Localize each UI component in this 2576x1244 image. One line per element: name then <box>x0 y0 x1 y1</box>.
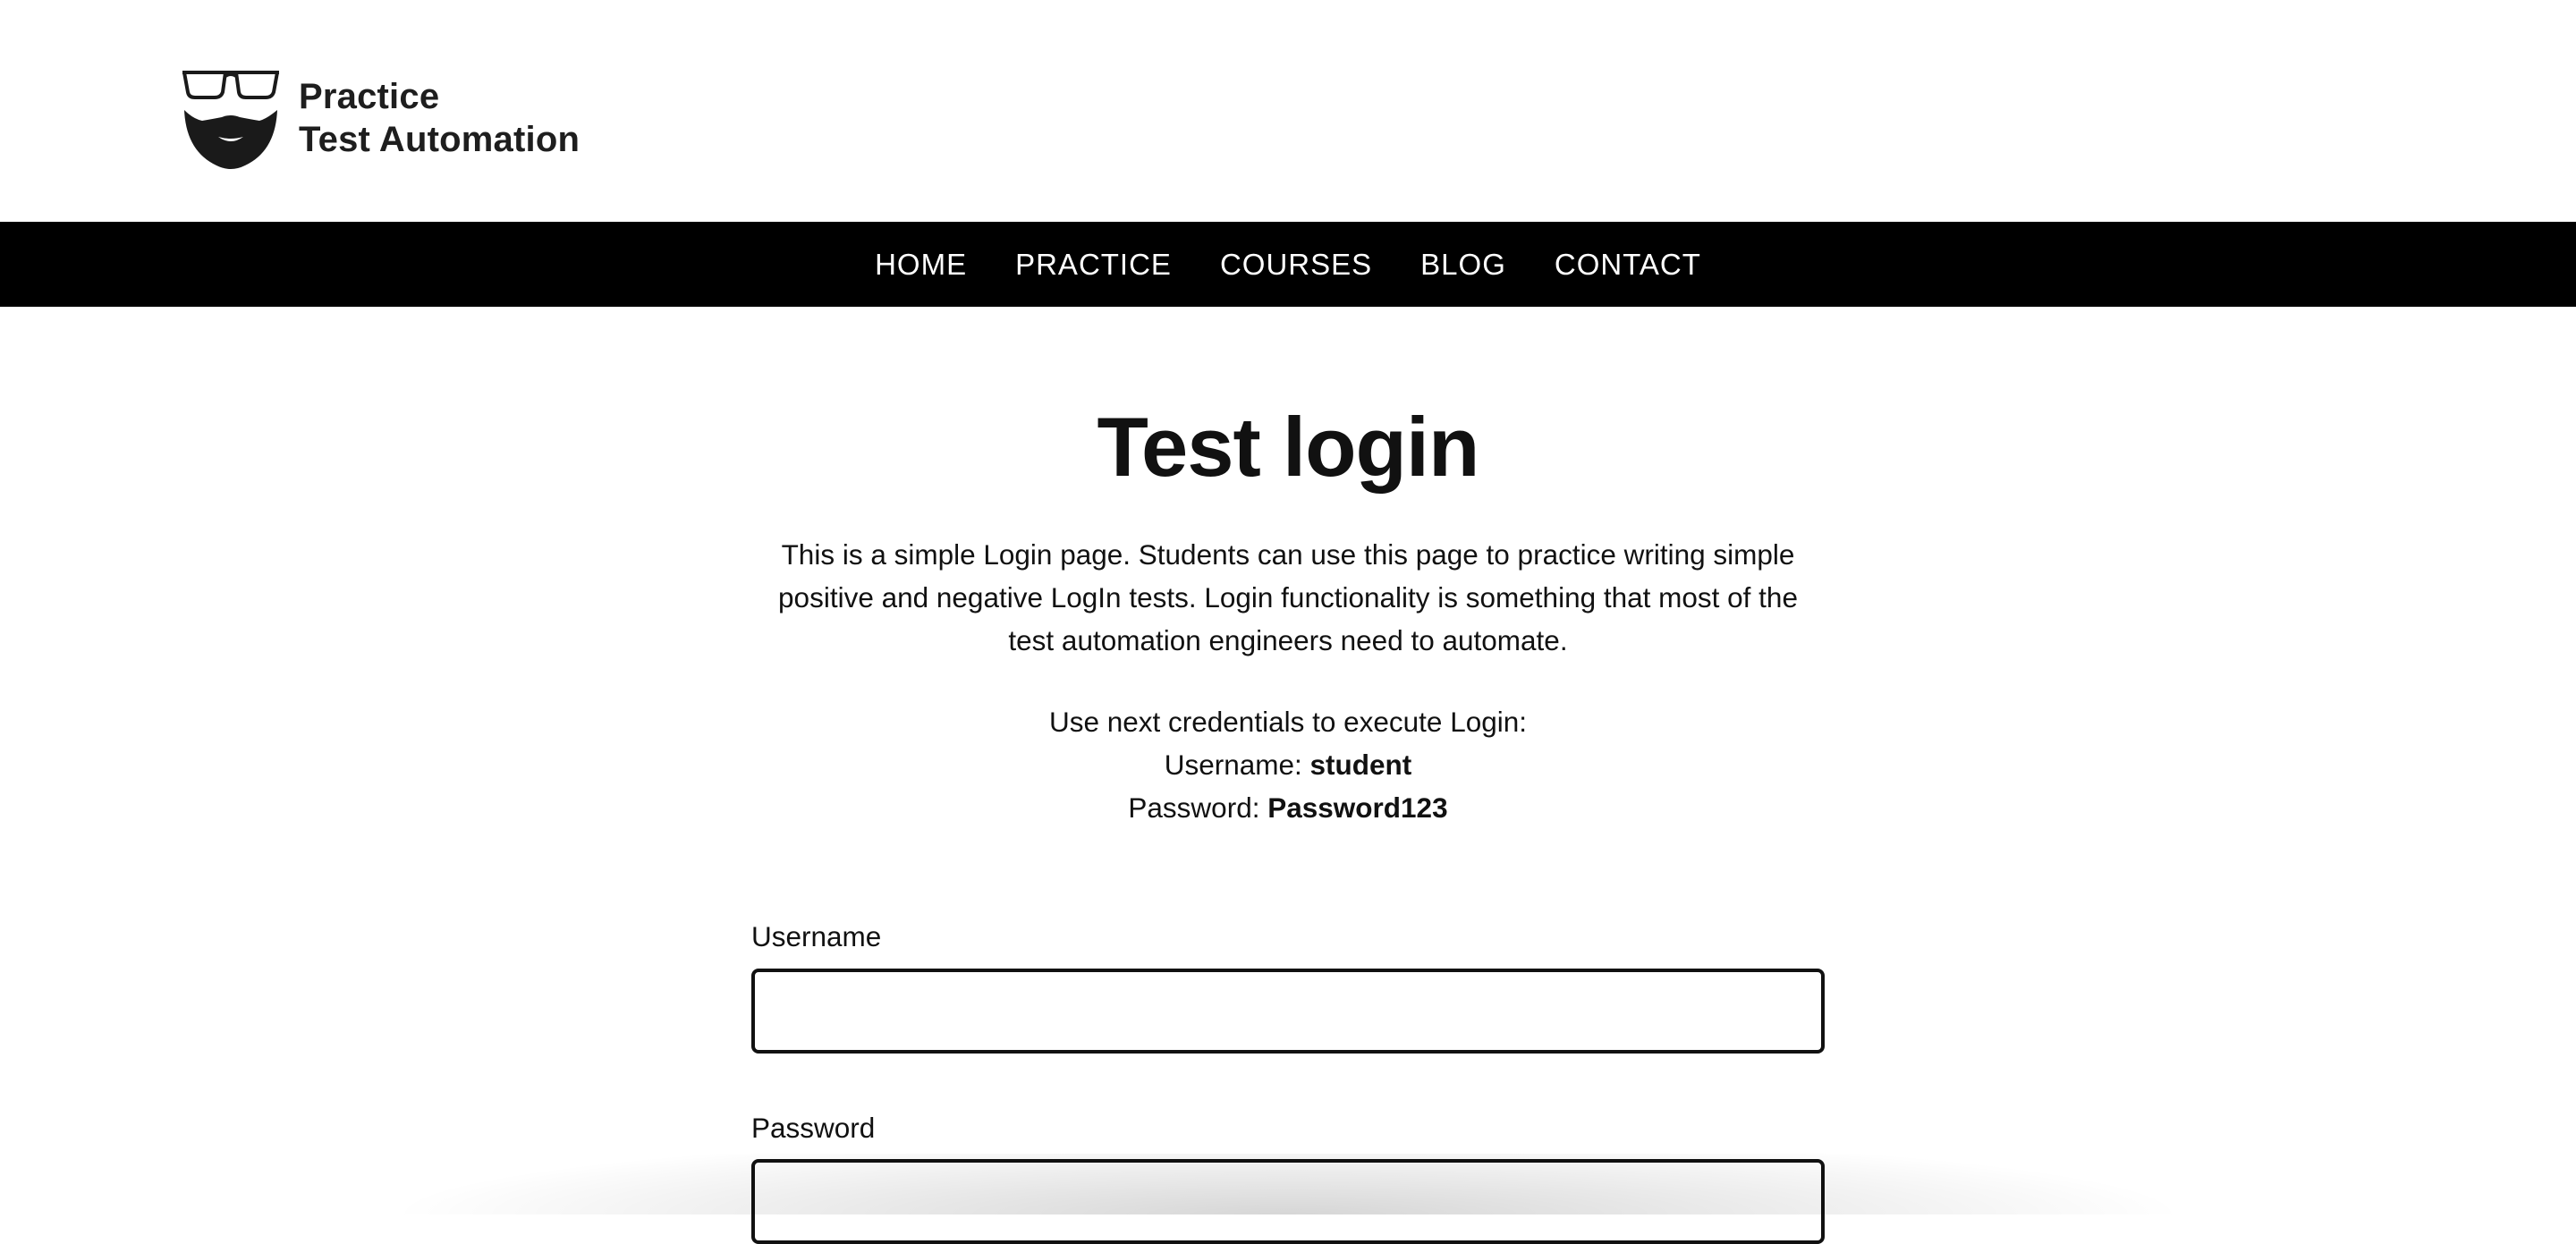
nav-item-home: HOME <box>851 222 991 307</box>
logo-line-2: Test Automation <box>299 120 580 159</box>
credentials-info: Use next credentials to execute Login: U… <box>0 700 2576 829</box>
credentials-username-label: Username: <box>1164 749 1310 781</box>
username-label: Username <box>751 920 882 952</box>
username-input[interactable] <box>751 969 1825 1054</box>
logo-line-1: Practice <box>299 77 440 116</box>
password-label: Password <box>751 1112 876 1144</box>
nav-link-contact[interactable]: CONTACT <box>1530 222 1725 307</box>
credentials-password-line: Password: Password123 <box>0 786 2576 829</box>
page-title: Test login <box>1097 400 1480 494</box>
site-logo[interactable]: Practice Test Automation <box>181 64 601 172</box>
nav-link-practice[interactable]: PRACTICE <box>991 222 1196 307</box>
password-input[interactable] <box>751 1159 1825 1244</box>
logo-text: Practice Test Automation <box>299 75 580 161</box>
intro-paragraph: This is a simple Login page. Students ca… <box>778 538 1798 656</box>
nav-link-blog[interactable]: BLOG <box>1396 222 1530 307</box>
nav-item-blog: BLOG <box>1396 222 1530 307</box>
nav-item-contact: CONTACT <box>1530 222 1725 307</box>
main-nav: HOME PRACTICE COURSES BLOG CONTACT <box>0 222 2576 307</box>
site-header: Practice Test Automation <box>0 0 2576 222</box>
nav-link-courses[interactable]: COURSES <box>1196 222 1396 307</box>
credentials-password-value: Password123 <box>1267 791 1448 824</box>
credentials-username-value: student <box>1309 749 1412 781</box>
nav-item-practice: PRACTICE <box>991 222 1196 307</box>
credentials-intro: Use next credentials to execute Login: <box>1048 706 1528 738</box>
credentials-password-label: Password: <box>1128 791 1268 824</box>
nav-list: HOME PRACTICE COURSES BLOG CONTACT <box>851 222 1725 307</box>
credentials-username-line: Username: student <box>0 743 2576 786</box>
glasses-beard-logo-icon <box>182 71 279 169</box>
main-content: Test login This is a simple Login page. … <box>0 307 2576 1244</box>
nav-link-home[interactable]: HOME <box>851 222 991 307</box>
nav-item-courses: COURSES <box>1196 222 1396 307</box>
